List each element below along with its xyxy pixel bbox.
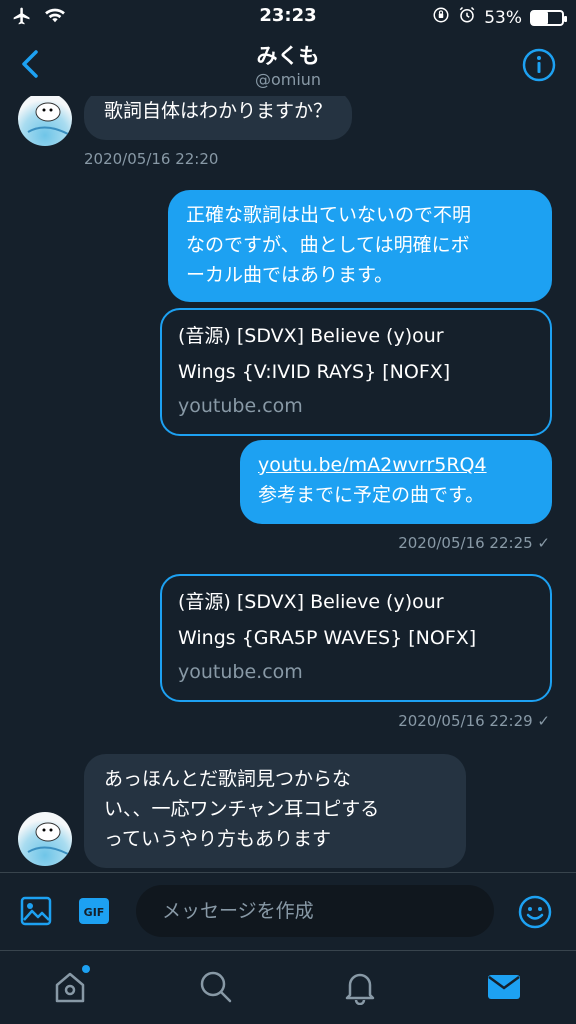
emoji-button[interactable]	[518, 895, 552, 929]
avatar-image	[27, 102, 69, 135]
message-input[interactable]	[136, 885, 494, 937]
message-timestamp: 2020/05/16 22:29 ✓	[398, 712, 550, 730]
gif-label: GIF	[84, 906, 105, 919]
add-media-button[interactable]	[20, 895, 52, 927]
search-icon	[200, 971, 232, 1003]
message-line: ーカル曲ではあります。	[186, 264, 394, 286]
tab-home[interactable]	[52, 965, 90, 1005]
gif-icon: GIF	[79, 898, 109, 924]
message-bubble-incoming[interactable]: あっほんとだ歌詞見つからな い、、一応ワンチャン耳コピする っていうやり方もあり…	[84, 754, 466, 868]
message-link[interactable]: youtu.be/mA2wvrr5RQ4	[258, 454, 487, 476]
battery-fill	[532, 11, 548, 24]
message-timestamp: 2020/05/16 22:25 ✓	[398, 534, 550, 552]
message-text: 参考までに予定の曲です。	[258, 484, 485, 506]
link-card-title: Wings {V:IVID RAYS} [NOFX]	[178, 361, 451, 383]
link-card-title: Wings {GRA5P WAVES} [NOFX]	[178, 627, 477, 649]
avatar[interactable]	[18, 812, 72, 866]
emoji-icon	[518, 895, 552, 929]
message-bubble-incoming[interactable]: 歌詞自体はわかりますか？	[84, 96, 353, 140]
message-line: い、、一応ワンチャン耳コピする	[104, 798, 380, 820]
image-icon	[20, 896, 52, 926]
alarm-icon	[458, 6, 476, 29]
contact-handle: @omiun	[254, 70, 322, 89]
tab-bar	[0, 950, 576, 1024]
link-card-domain: youtube.com	[178, 395, 303, 417]
avatar-image	[27, 822, 69, 855]
add-gif-button[interactable]: GIF	[78, 897, 110, 925]
home-icon	[55, 972, 85, 1003]
message-line: 正確な歌詞は出ていないので不明	[186, 204, 472, 226]
message-bubble-outgoing[interactable]: 正確な歌詞は出ていないので不明 なのですが、曲としては明確にボ ーカル曲ではあり…	[168, 190, 552, 302]
info-icon	[522, 48, 556, 82]
link-preview-card[interactable]: (音源) [SDVX] Believe (y)our Wings {GRA5P …	[160, 574, 552, 702]
link-card-domain: youtube.com	[178, 661, 303, 683]
message-bubble-outgoing[interactable]: youtu.be/mA2wvrr5RQ4 参考までに予定の曲です。	[240, 440, 552, 524]
conversation-header: みくも @omiun	[0, 32, 576, 96]
message-text: 歌詞自体はわかりますか？	[104, 100, 333, 122]
link-card-title: (音源) [SDVX] Believe (y)our	[178, 591, 444, 613]
tab-search[interactable]	[198, 969, 234, 1005]
message-list[interactable]: 歌詞自体はわかりますか？ 2020/05/16 22:20 正確な歌詞は出ていな…	[0, 96, 576, 872]
mail-icon	[488, 975, 520, 999]
tab-messages[interactable]	[486, 969, 522, 1005]
battery-percentage: 53%	[484, 7, 522, 28]
info-button[interactable]	[522, 48, 556, 82]
notification-dot	[82, 965, 90, 973]
tab-notifications[interactable]	[342, 969, 378, 1006]
contact-name[interactable]: みくも	[0, 40, 576, 70]
compose-bar: GIF	[0, 872, 576, 950]
message-line: なのですが、曲としては明確にボ	[186, 234, 470, 256]
bell-icon	[345, 973, 375, 1006]
message-line: あっほんとだ歌詞見つからな	[104, 768, 352, 790]
avatar[interactable]	[18, 96, 72, 146]
link-preview-card[interactable]: (音源) [SDVX] Believe (y)our Wings {V:IVID…	[160, 308, 552, 436]
status-bar: 23:23 53%	[0, 0, 576, 32]
message-line: っていうやり方もあります	[104, 828, 332, 850]
message-timestamp: 2020/05/16 22:20	[84, 150, 219, 168]
battery-icon	[530, 9, 567, 26]
link-card-title: (音源) [SDVX] Believe (y)our	[178, 325, 444, 347]
rotation-lock-icon	[432, 6, 450, 29]
